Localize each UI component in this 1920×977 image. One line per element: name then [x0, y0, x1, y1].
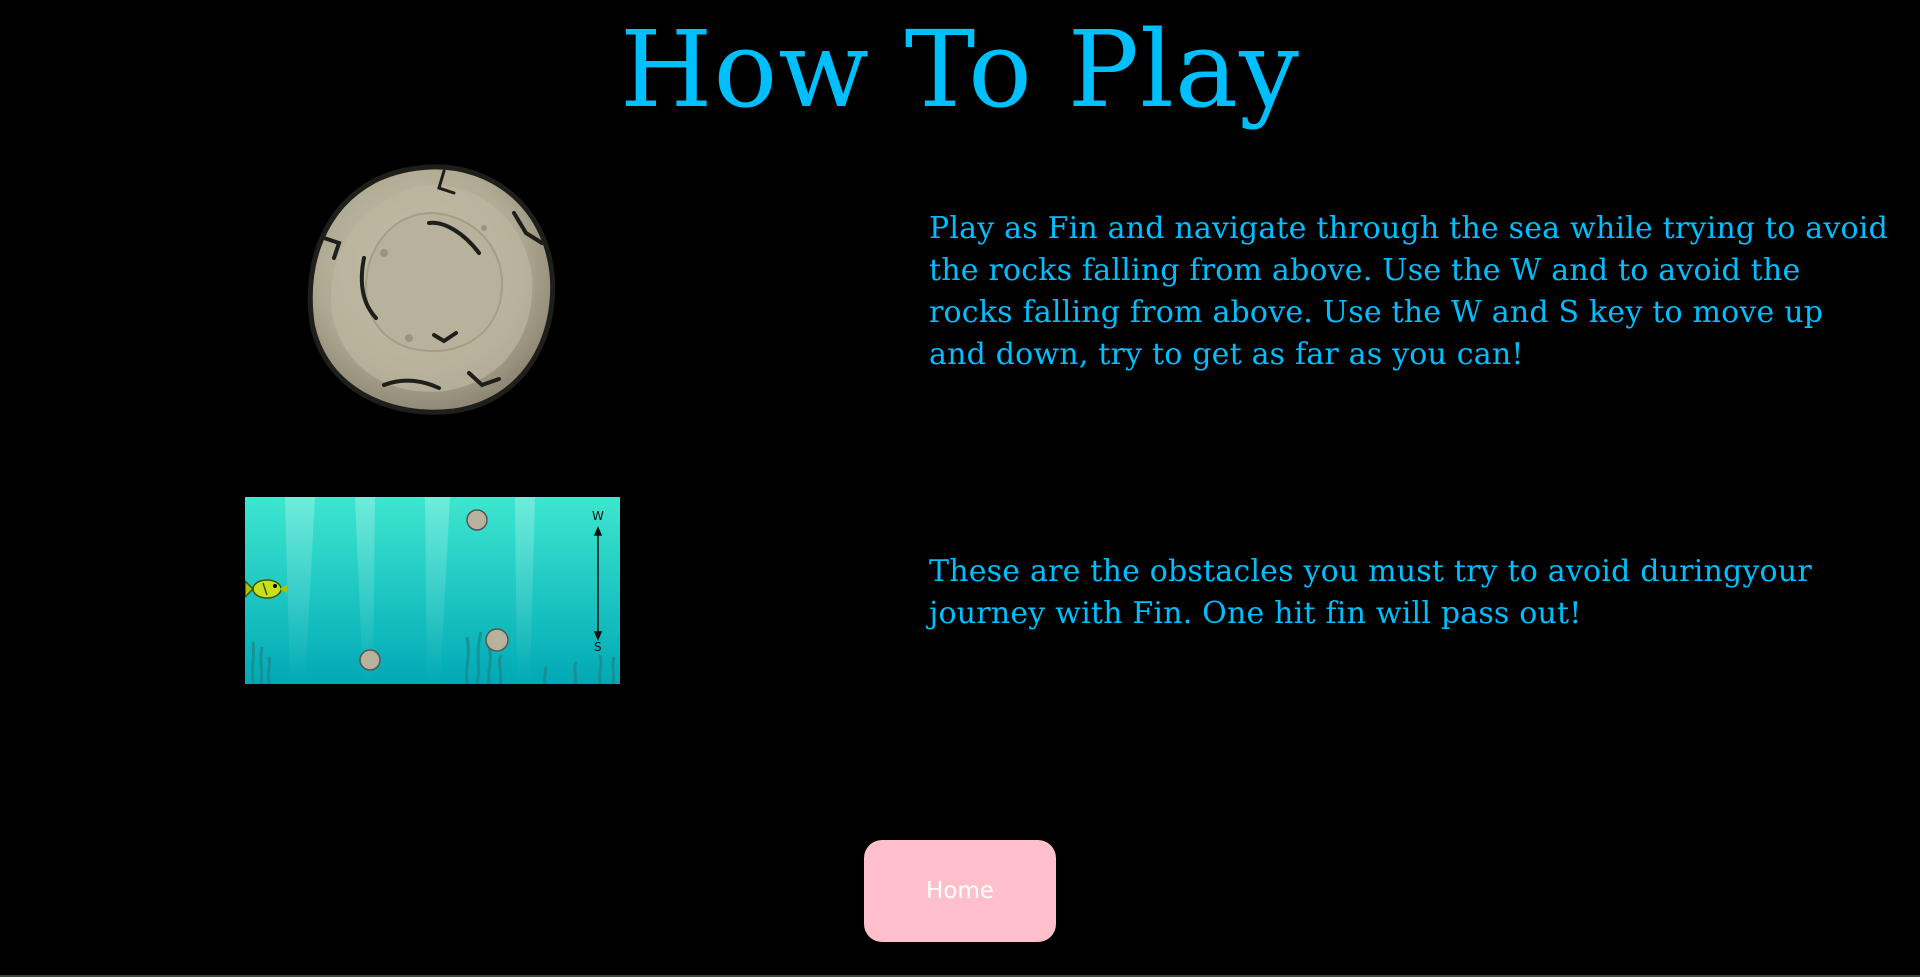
key-up-label: W [592, 509, 604, 523]
rock-image [304, 163, 558, 417]
key-down-label: S [594, 640, 602, 654]
home-button[interactable]: Home [864, 840, 1056, 942]
instructions-text: Play as Fin and navigate through the sea… [929, 211, 1888, 372]
how-to-play-screen: How To Play W S Play as Fin and navigate… [0, 0, 1920, 977]
page-title: How To Play [620, 8, 1300, 131]
rock-icon [307, 164, 556, 415]
gameplay-preview: W S [245, 497, 620, 684]
rock-icon [466, 509, 488, 531]
rock-icon [485, 628, 509, 652]
obstacles-text: These are the obstacles you must try to … [929, 554, 1812, 631]
rock-icon [359, 649, 381, 671]
